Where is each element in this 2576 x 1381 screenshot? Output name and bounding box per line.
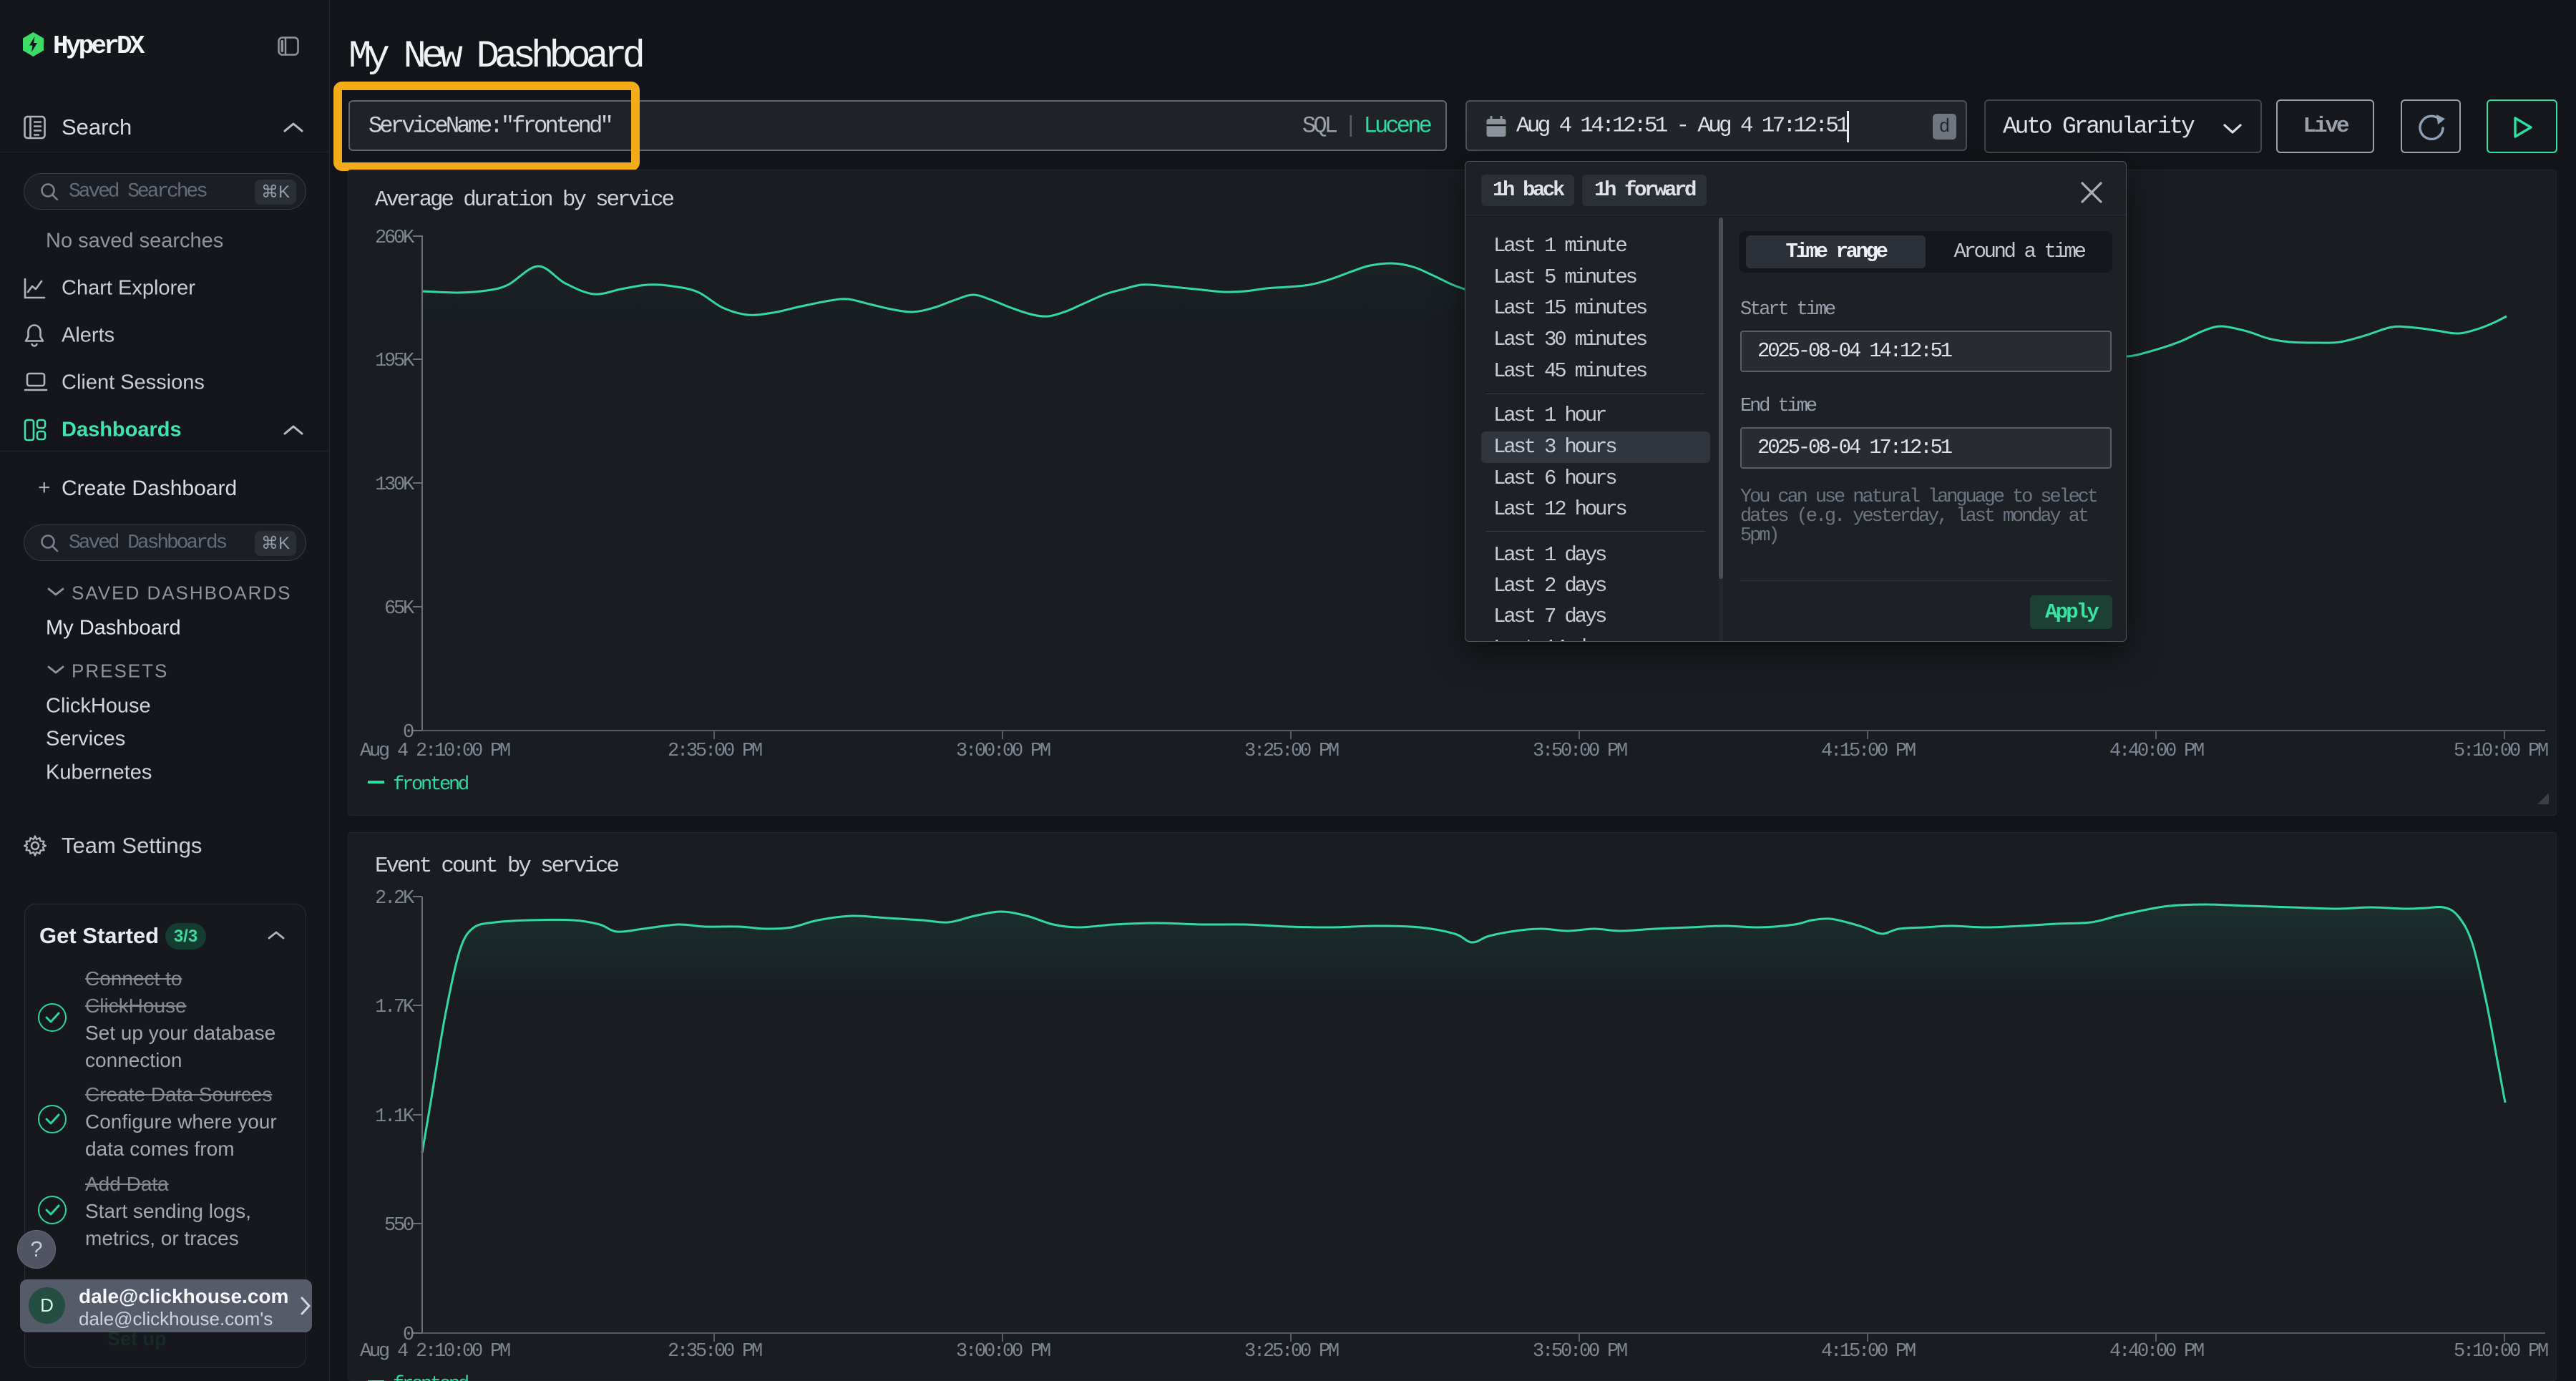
svg-text:4:40:00 PM: 4:40:00 PM (2109, 1341, 2204, 1362)
svg-text:2.2K: 2.2K (375, 888, 415, 909)
svg-text:195K: 195K (375, 351, 415, 372)
svg-text:1.7K: 1.7K (375, 997, 415, 1018)
svg-text:4:40:00 PM: 4:40:00 PM (2109, 741, 2204, 762)
svg-text:5:10:00 PM: 5:10:00 PM (2454, 1341, 2548, 1362)
svg-text:Aug 4 2:10:00 PM: Aug 4 2:10:00 PM (360, 1341, 510, 1362)
svg-text:4:15:00 PM: 4:15:00 PM (1821, 741, 1916, 762)
svg-text:5:10:00 PM: 5:10:00 PM (2454, 741, 2548, 762)
svg-text:4:15:00 PM: 4:15:00 PM (1821, 1341, 1916, 1362)
svg-text:3:25:00 PM: 3:25:00 PM (1244, 1341, 1339, 1362)
svg-text:3:25:00 PM: 3:25:00 PM (1244, 741, 1339, 762)
svg-text:Aug 4 2:10:00 PM: Aug 4 2:10:00 PM (360, 741, 510, 762)
svg-text:1.1K: 1.1K (375, 1106, 415, 1128)
svg-text:550: 550 (384, 1215, 414, 1236)
svg-text:65K: 65K (384, 598, 415, 620)
svg-text:3:50:00 PM: 3:50:00 PM (1533, 741, 1627, 762)
svg-text:130K: 130K (375, 474, 415, 496)
svg-text:3:50:00 PM: 3:50:00 PM (1533, 1341, 1627, 1362)
svg-text:3:00:00 PM: 3:00:00 PM (956, 741, 1050, 762)
svg-text:2:35:00 PM: 2:35:00 PM (668, 1341, 762, 1362)
svg-text:3:00:00 PM: 3:00:00 PM (956, 1341, 1050, 1362)
svg-text:2:35:00 PM: 2:35:00 PM (668, 741, 762, 762)
svg-text:260K: 260K (375, 228, 415, 249)
